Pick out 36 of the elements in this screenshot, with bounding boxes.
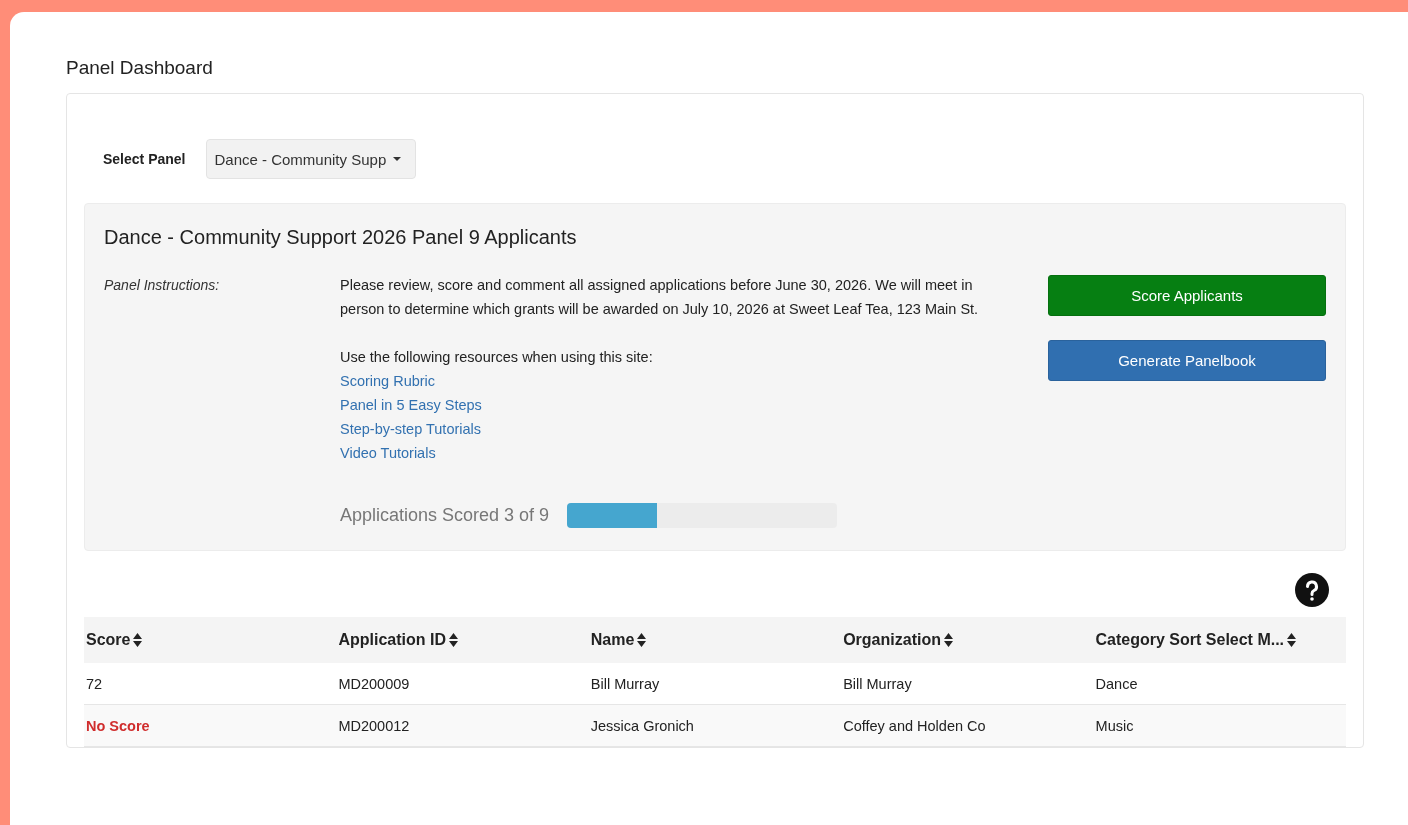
table-cell: Dance bbox=[1093, 663, 1346, 705]
column-header[interactable]: Application ID bbox=[336, 617, 589, 663]
sort-icon bbox=[1287, 633, 1297, 647]
column-header[interactable]: Name bbox=[588, 617, 842, 663]
sort-icon bbox=[943, 633, 953, 647]
column-header[interactable]: Organization bbox=[841, 617, 1094, 663]
progress-label: Applications Scored 3 of 9 bbox=[340, 505, 550, 526]
table-cell: No Score bbox=[84, 704, 337, 747]
caret-icon bbox=[393, 157, 402, 161]
instructions-text: Please review, score and comment all assigned applications before June 30, 2026. We will meet in person to determine which grants will be awarded on July 10, 2026 at Sweet Leaf Tea, 123 Main St. bbox=[340, 276, 980, 319]
resource-link[interactable]: Video Tutorials bbox=[340, 441, 436, 465]
help-icon[interactable] bbox=[1295, 573, 1329, 607]
resource-link[interactable]: Step-by-step Tutorials bbox=[340, 417, 482, 441]
table-cell: MD200012 bbox=[336, 704, 589, 747]
action-button[interactable]: Generate Panelbook bbox=[1048, 340, 1326, 381]
table-cell: Music bbox=[1093, 704, 1346, 747]
column-header[interactable]: Score bbox=[84, 617, 337, 663]
panel-dropdown[interactable]: Dance - Community Supp bbox=[205, 139, 417, 179]
table-cell: MD200009 bbox=[336, 663, 589, 705]
table-cell: Bill Murray bbox=[588, 663, 842, 705]
table-cell: Bill Murray bbox=[841, 663, 1094, 705]
instructions-label: Panel Instructions: bbox=[104, 276, 221, 295]
action-button[interactable]: Score Applicants bbox=[1048, 275, 1326, 316]
resource-link[interactable]: Scoring Rubric bbox=[340, 369, 436, 393]
sort-icon bbox=[133, 633, 143, 647]
resources-intro: Use the following resources when using this site: bbox=[340, 348, 654, 367]
select-panel-label: Select Panel bbox=[103, 151, 186, 167]
resource-link[interactable]: Panel in 5 Easy Steps bbox=[340, 393, 482, 417]
sort-icon bbox=[637, 633, 647, 647]
table-cell: Coffey and Holden Co bbox=[841, 704, 1094, 747]
table-cell: Jessica Gronich bbox=[588, 704, 842, 747]
sort-icon bbox=[448, 633, 458, 647]
table-cell: 72 bbox=[84, 663, 337, 705]
page-title: Panel Dashboard bbox=[66, 57, 214, 79]
column-header[interactable]: Category Sort Select M... bbox=[1093, 617, 1346, 663]
panel-heading: Dance - Community Support 2026 Panel 9 Applicants bbox=[104, 226, 578, 249]
